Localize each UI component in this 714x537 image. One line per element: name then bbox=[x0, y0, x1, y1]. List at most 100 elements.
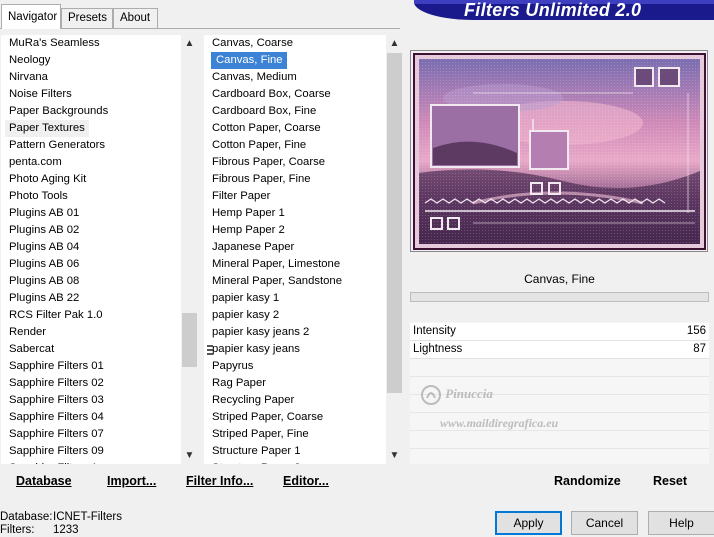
list-item[interactable]: Structure Paper 1 bbox=[204, 443, 301, 460]
list-item[interactable]: Plugins AB 06 bbox=[1, 256, 79, 273]
list-item[interactable]: Sapphire Filters 02 bbox=[1, 375, 104, 392]
list-item[interactable]: Papyrus bbox=[204, 358, 253, 375]
list-item[interactable]: Cardboard Box, Coarse bbox=[204, 86, 331, 103]
list-item[interactable]: Recycling Paper bbox=[204, 392, 294, 409]
database-button-label: Database bbox=[16, 474, 72, 488]
chevron-down-icon[interactable]: ▼ bbox=[181, 447, 198, 464]
list-item[interactable]: Plugins AB 04 bbox=[1, 239, 79, 256]
list-item[interactable]: Render bbox=[1, 324, 46, 341]
watermark-logo: Pinuccia bbox=[420, 384, 493, 406]
list-item[interactable]: Fibrous Paper, Fine bbox=[204, 171, 311, 188]
list-item[interactable]: Striped Paper, Fine bbox=[204, 426, 309, 443]
import-button[interactable]: Import... bbox=[107, 474, 156, 488]
list-item[interactable]: Sabercat bbox=[1, 341, 54, 358]
reset-button[interactable]: Reset bbox=[653, 474, 687, 488]
list-item[interactable]: Structure Paper 2 bbox=[204, 460, 301, 464]
list-item[interactable]: papier kasy jeans bbox=[204, 341, 300, 358]
list-item[interactable]: Plugins AB 02 bbox=[1, 222, 79, 239]
list-item[interactable]: Sapphire Filters 01 bbox=[1, 358, 104, 375]
list-item[interactable]: Cardboard Box, Fine bbox=[204, 103, 316, 120]
list-item[interactable]: Canvas, Medium bbox=[204, 69, 297, 86]
param-lightness[interactable]: Lightness 87 bbox=[410, 341, 709, 359]
status-database-value: ICNET-Filters bbox=[53, 511, 122, 523]
category-scrollbar[interactable]: ▲ ▼ bbox=[181, 35, 198, 464]
chevron-down-icon[interactable]: ▼ bbox=[386, 447, 403, 464]
reset-button-label: Reset bbox=[653, 474, 688, 488]
cancel-button[interactable]: Cancel bbox=[571, 511, 638, 535]
list-item[interactable]: Pattern Generators bbox=[1, 137, 105, 154]
list-item[interactable]: Sapphire Filters 04 bbox=[1, 409, 104, 426]
divider bbox=[410, 376, 709, 377]
apply-button[interactable]: Apply bbox=[495, 511, 562, 535]
tab-about-label: About bbox=[120, 12, 151, 24]
list-item[interactable]: Striped Paper, Coarse bbox=[204, 409, 323, 426]
list-item[interactable]: Hemp Paper 2 bbox=[204, 222, 285, 239]
editor-button[interactable]: Editor... bbox=[283, 474, 329, 488]
list-item[interactable]: MuRa's Seamless bbox=[1, 35, 100, 52]
list-item[interactable]: Filter Paper bbox=[204, 188, 270, 205]
watermark-url: www.maildiregrafica.eu bbox=[440, 416, 559, 430]
help-button[interactable]: Help bbox=[648, 511, 714, 535]
filter-info-button-label: Filter Info... bbox=[186, 474, 254, 488]
database-button[interactable]: Database bbox=[16, 474, 72, 488]
list-item[interactable]: Paper Backgrounds bbox=[1, 103, 108, 120]
list-item[interactable]: Fibrous Paper, Coarse bbox=[204, 154, 325, 171]
tab-presets[interactable]: Presets bbox=[61, 8, 113, 28]
param-lightness-label: Lightness bbox=[413, 343, 463, 355]
list-item[interactable]: Japanese Paper bbox=[204, 239, 294, 256]
editor-button-label: Editor... bbox=[283, 474, 329, 488]
list-item[interactable]: Sapphire Filters 07 bbox=[1, 426, 104, 443]
list-item[interactable]: papier kasy 1 bbox=[204, 290, 279, 307]
divider bbox=[410, 412, 709, 413]
param-lightness-value: 87 bbox=[693, 343, 706, 355]
selected-filter-name: Canvas, Fine bbox=[410, 267, 709, 291]
tab-about[interactable]: About bbox=[113, 8, 158, 28]
list-item[interactable]: papier kasy 2 bbox=[204, 307, 279, 324]
list-item[interactable]: Sapphire Filters 09 bbox=[1, 443, 104, 460]
tab-navigator[interactable]: Navigator bbox=[1, 4, 61, 29]
filter-info-button[interactable]: Filter Info... bbox=[186, 474, 253, 488]
chevron-up-icon[interactable]: ▲ bbox=[386, 35, 403, 52]
filter-list[interactable]: Canvas, Coarse Canvas, Fine Canvas, Medium… bbox=[204, 35, 386, 464]
list-item[interactable]: Sapphire Filters 1 bbox=[1, 460, 98, 464]
list-item[interactable]: Sapphire Filters 03 bbox=[1, 392, 104, 409]
list-item[interactable]: Canvas, Fine bbox=[211, 52, 287, 69]
category-list[interactable]: MuRa's Seamless Neology Nirvana Noise Filte… bbox=[1, 35, 181, 464]
list-item[interactable]: Paper Textures bbox=[5, 120, 89, 137]
tab-presets-label: Presets bbox=[68, 12, 107, 24]
list-item[interactable]: Nirvana bbox=[1, 69, 48, 86]
status-filters-label: Filters: bbox=[0, 524, 35, 536]
param-intensity[interactable]: Intensity 156 bbox=[410, 323, 709, 341]
preview-image[interactable] bbox=[413, 53, 706, 250]
list-item[interactable]: RCS Filter Pak 1.0 bbox=[1, 307, 103, 324]
list-item[interactable]: Neology bbox=[1, 52, 50, 69]
list-item[interactable]: Plugins AB 08 bbox=[1, 273, 79, 290]
divider bbox=[410, 448, 709, 449]
list-item[interactable]: Cotton Paper, Fine bbox=[204, 137, 306, 154]
tab-navigator-label: Navigator bbox=[8, 11, 58, 23]
list-item[interactable]: papier kasy jeans 2 bbox=[204, 324, 309, 341]
list-item[interactable]: Hemp Paper 1 bbox=[204, 205, 285, 222]
import-button-label: Import... bbox=[107, 474, 157, 488]
list-item[interactable]: Mineral Paper, Limestone bbox=[204, 256, 340, 273]
randomize-button[interactable]: Randomize bbox=[554, 474, 621, 488]
list-item[interactable]: Canvas, Coarse bbox=[204, 35, 293, 52]
filter-scrollbar[interactable]: ▲ ▼ bbox=[386, 35, 403, 464]
list-item[interactable]: Rag Paper bbox=[204, 375, 266, 392]
list-item[interactable]: Cotton Paper, Coarse bbox=[204, 120, 321, 137]
list-item[interactable]: Plugins AB 01 bbox=[1, 205, 79, 222]
list-item[interactable]: Noise Filters bbox=[1, 86, 72, 103]
filter-scroll-thumb[interactable] bbox=[387, 53, 402, 393]
status-filters: Filters: 1233 bbox=[0, 524, 79, 536]
filter-progress-bar bbox=[410, 292, 709, 302]
chevron-up-icon[interactable]: ▲ bbox=[181, 35, 198, 52]
banner-title: Filters Unlimited 2.0 bbox=[464, 0, 642, 20]
watermark-icon bbox=[421, 385, 441, 405]
list-item[interactable]: Mineral Paper, Sandstone bbox=[204, 273, 342, 290]
list-item[interactable]: Plugins AB 22 bbox=[1, 290, 79, 307]
param-intensity-value: 156 bbox=[686, 325, 706, 337]
list-item[interactable]: penta.com bbox=[1, 154, 62, 171]
category-scroll-thumb[interactable] bbox=[182, 313, 197, 367]
list-item[interactable]: Photo Aging Kit bbox=[1, 171, 86, 188]
list-item[interactable]: Photo Tools bbox=[1, 188, 68, 205]
